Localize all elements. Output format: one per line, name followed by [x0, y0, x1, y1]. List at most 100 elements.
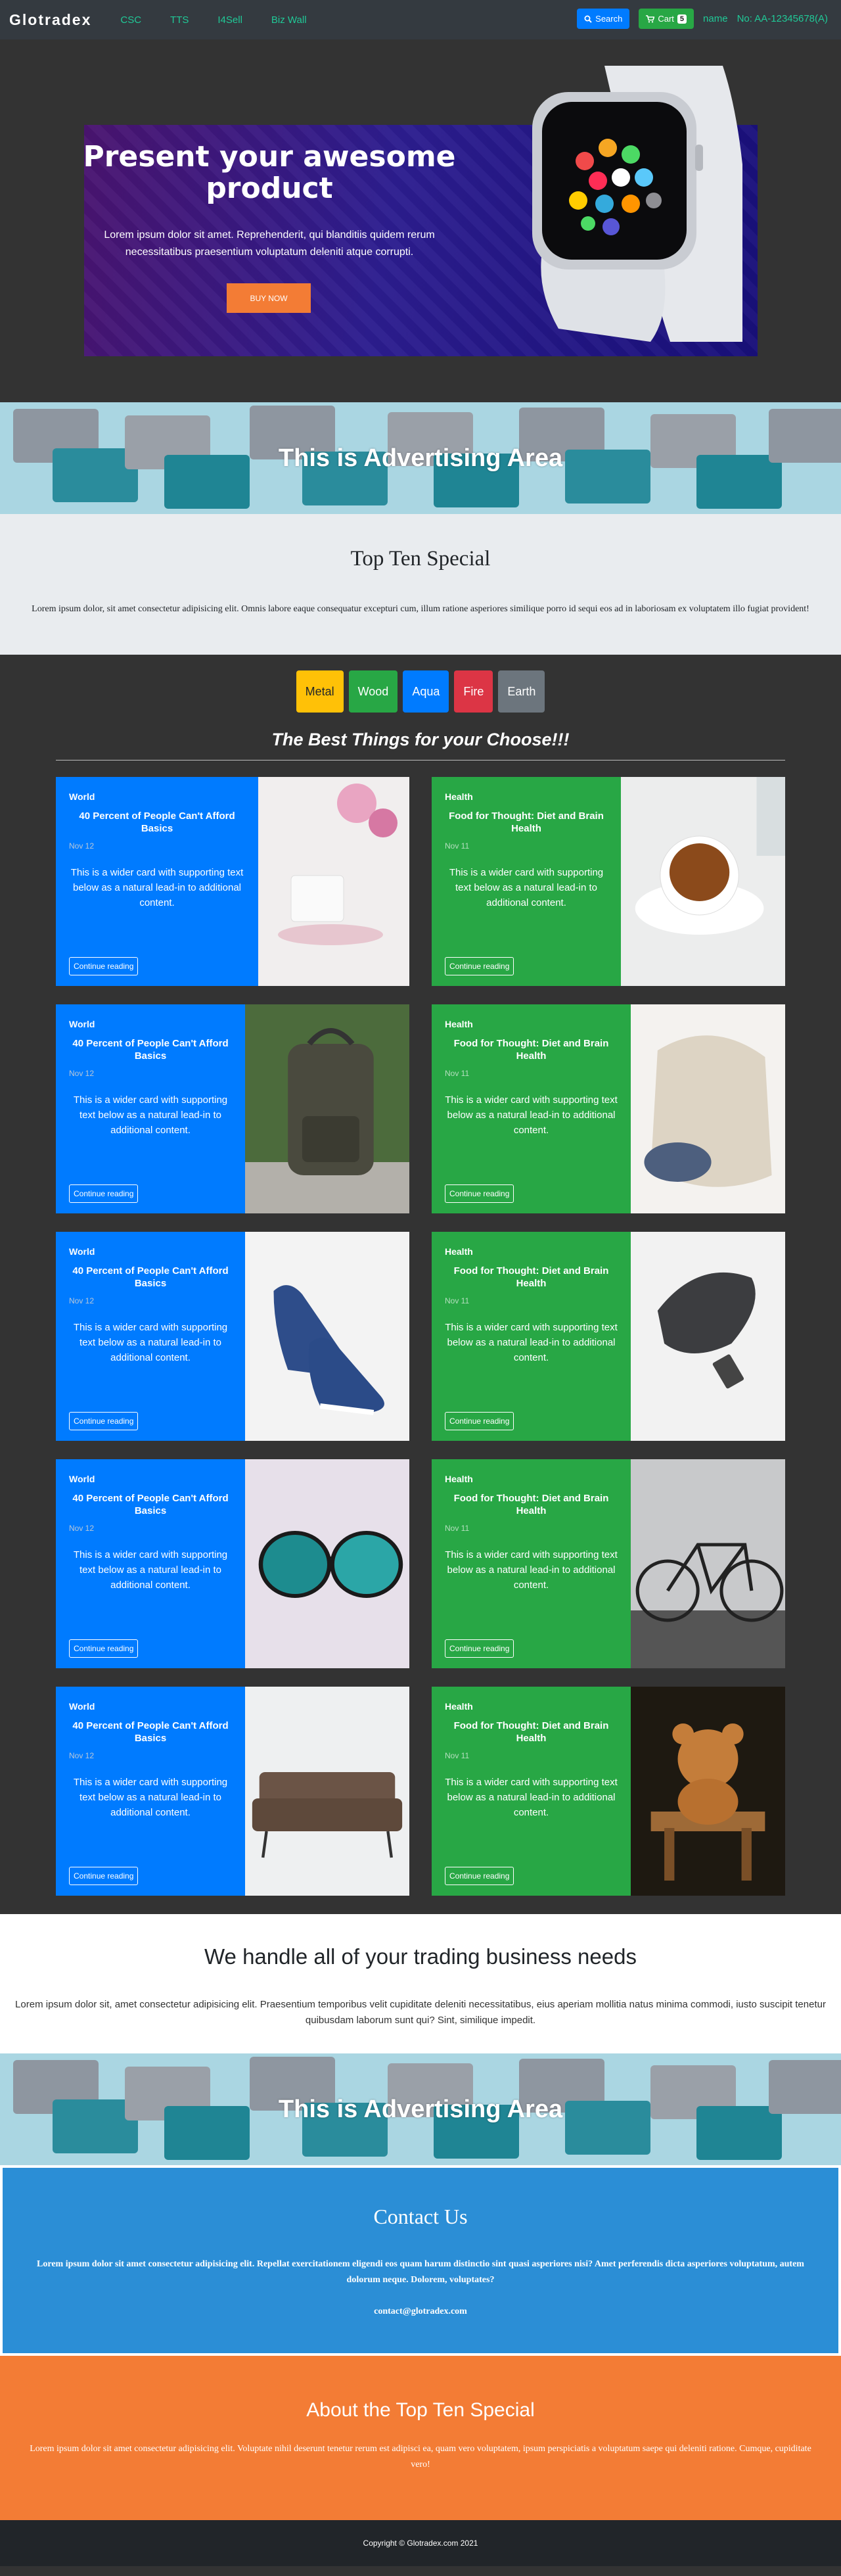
card-text: This is a wider card with supporting tex…: [449, 867, 604, 908]
card-title: 40 Percent of People Can't Afford Basics: [72, 1265, 229, 1289]
contact-text: Lorem ipsum dolor sit amet consectetur a…: [37, 2259, 804, 2285]
user-name[interactable]: name: [703, 13, 728, 24]
article-card: Health Food for Thought: Diet and Brain H…: [432, 1687, 785, 1896]
search-button[interactable]: Search: [577, 9, 630, 29]
card-body: World 40 Percent of People Can't Afford B…: [56, 777, 258, 986]
continue-reading-button[interactable]: Continue reading: [445, 1184, 514, 1203]
card-category: World: [69, 1019, 95, 1029]
nav-link-biz-wall[interactable]: Biz Wall: [271, 14, 307, 26]
search-icon: [584, 15, 592, 23]
tag-earth[interactable]: Earth: [498, 670, 545, 713]
card-date: Nov 11: [445, 1524, 470, 1533]
nav-link-csc[interactable]: CSC: [120, 14, 141, 26]
card-text: This is a wider card with supporting tex…: [73, 1094, 228, 1136]
article-card: Health Food for Thought: Diet and Brain H…: [432, 1004, 785, 1213]
sunglasses-photo[interactable]: [245, 1459, 409, 1668]
cup-photo[interactable]: [258, 777, 409, 986]
article-card: World 40 Percent of People Can't Afford B…: [56, 1004, 409, 1213]
nav-link-tts[interactable]: TTS: [170, 14, 189, 26]
hero-text: Lorem ipsum dolor sit amet. Reprehenderi…: [104, 229, 435, 258]
card-title: Food for Thought: Diet and Brain Health: [453, 1265, 609, 1289]
nav-link-i4sell[interactable]: I4Sell: [217, 14, 242, 26]
card-date: Nov 12: [69, 1069, 95, 1078]
card-date: Nov 12: [69, 1751, 95, 1760]
card-date: Nov 11: [445, 1296, 470, 1305]
card-text: This is a wider card with supporting tex…: [73, 1549, 228, 1591]
shoes-photo[interactable]: [245, 1232, 409, 1441]
card-title: Food for Thought: Diet and Brain Health: [453, 1720, 609, 1744]
continue-reading-button[interactable]: Continue reading: [69, 1184, 139, 1203]
article-card: World 40 Percent of People Can't Afford B…: [56, 1459, 409, 1668]
backpack-photo[interactable]: [245, 1004, 409, 1213]
contact-section: Contact Us Lorem ipsum dolor sit amet co…: [0, 2165, 841, 2356]
trade-section: We handle all of your trading business n…: [0, 1914, 841, 2053]
tag-fire[interactable]: Fire: [454, 670, 493, 713]
hero-section: Present your awesome product Lorem ipsum…: [0, 39, 841, 402]
mouse-photo[interactable]: [631, 1232, 785, 1441]
footer-copyright: Copyright © Glotradex.com 2021: [0, 2520, 841, 2566]
trade-title: We handle all of your trading business n…: [204, 1944, 637, 1969]
card-date: Nov 11: [445, 1751, 470, 1760]
card-body: Health Food for Thought: Diet and Brain H…: [432, 1232, 631, 1441]
advertising-title-2: This is Advertising Area: [278, 2095, 563, 2123]
card-text: This is a wider card with supporting tex…: [445, 1777, 618, 1818]
search-label: Search: [595, 14, 623, 24]
bag-photo[interactable]: [631, 1004, 785, 1213]
card-date: Nov 12: [69, 841, 95, 851]
top-ten-section: Top Ten Special Lorem ipsum dolor, sit a…: [0, 514, 841, 655]
brand-logo[interactable]: Glotradex: [9, 11, 91, 29]
tag-wood[interactable]: Wood: [348, 670, 398, 713]
cart-label: Cart: [658, 14, 674, 24]
continue-reading-button[interactable]: Continue reading: [445, 1639, 514, 1658]
cart-icon: [646, 14, 655, 22]
buy-now-button[interactable]: BUY NOW: [227, 283, 311, 313]
article-card: World 40 Percent of People Can't Afford B…: [56, 1232, 409, 1441]
article-card: Health Food for Thought: Diet and Brain H…: [432, 1459, 785, 1668]
card-grid: World 40 Percent of People Can't Afford B…: [56, 777, 785, 1896]
cart-button[interactable]: Cart 5: [639, 9, 694, 29]
card-body: Health Food for Thought: Diet and Brain H…: [432, 1004, 631, 1213]
about-section: About the Top Ten Special Lorem ipsum do…: [0, 2356, 841, 2520]
advertising-title: This is Advertising Area: [278, 444, 563, 472]
card-text: This is a wider card with supporting tex…: [70, 867, 244, 908]
card-body: World 40 Percent of People Can't Afford B…: [56, 1459, 245, 1668]
card-title: Food for Thought: Diet and Brain Health: [453, 1038, 609, 1062]
continue-reading-button[interactable]: Continue reading: [69, 957, 139, 975]
card-body: World 40 Percent of People Can't Afford B…: [56, 1232, 245, 1441]
contact-email-link[interactable]: contact@glotradex.com: [20, 2304, 821, 2320]
card-title: 40 Percent of People Can't Afford Basics: [79, 810, 235, 834]
sofa-photo[interactable]: [245, 1687, 409, 1896]
card-body: World 40 Percent of People Can't Afford B…: [56, 1687, 245, 1896]
continue-reading-button[interactable]: Continue reading: [445, 1412, 514, 1430]
continue-reading-button[interactable]: Continue reading: [69, 1412, 139, 1430]
bicycle-photo[interactable]: [631, 1459, 785, 1668]
card-date: Nov 11: [445, 1069, 470, 1078]
continue-reading-button[interactable]: Continue reading: [445, 1867, 514, 1885]
card-text: This is a wider card with supporting tex…: [73, 1777, 228, 1818]
continue-reading-button[interactable]: Continue reading: [69, 1867, 139, 1885]
card-category: Health: [445, 1701, 473, 1712]
continue-reading-button[interactable]: Continue reading: [445, 957, 514, 975]
card-text: This is a wider card with supporting tex…: [73, 1322, 228, 1363]
card-category: World: [69, 1474, 95, 1484]
cart-count-badge: 5: [677, 14, 687, 24]
account-number: No: AA-12345678(A): [737, 13, 828, 24]
card-category: Health: [445, 1246, 473, 1257]
card-body: World 40 Percent of People Can't Afford B…: [56, 1004, 245, 1213]
card-date: Nov 11: [445, 841, 470, 851]
tag-aqua[interactable]: Aqua: [403, 670, 449, 713]
nav-right: Search Cart 5 name No: AA-12345678(A): [577, 9, 828, 29]
about-text: Lorem ipsum dolor sit amet consectetur a…: [30, 2444, 811, 2470]
teddy-bear-photo[interactable]: [631, 1687, 785, 1896]
tea-photo[interactable]: [621, 777, 785, 986]
card-text: This is a wider card with supporting tex…: [445, 1322, 618, 1363]
card-category: Health: [445, 1474, 473, 1484]
tag-metal[interactable]: Metal: [296, 670, 344, 713]
advertising-banner-2[interactable]: This is Advertising Area: [0, 2053, 841, 2165]
continue-reading-button[interactable]: Continue reading: [69, 1639, 139, 1658]
card-title: 40 Percent of People Can't Afford Basics: [72, 1038, 229, 1062]
card-category: World: [69, 791, 95, 802]
card-title: Food for Thought: Diet and Brain Health: [449, 810, 604, 834]
card-body: Health Food for Thought: Diet and Brain H…: [432, 1687, 631, 1896]
advertising-banner[interactable]: This is Advertising Area: [0, 402, 841, 514]
